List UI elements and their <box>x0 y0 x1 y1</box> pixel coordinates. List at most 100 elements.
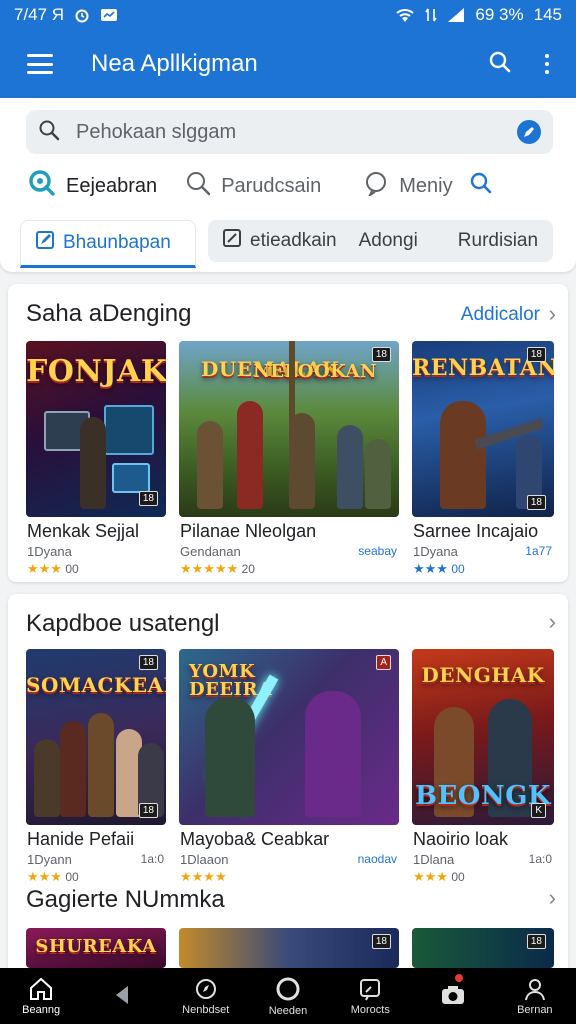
age-rating-badge: 18 <box>526 347 546 362</box>
bottom-navigation: Beanng Nenbdset Needen Morocts Bernan <box>0 968 576 1024</box>
game-name: Pilanae Nleolgan <box>180 521 317 541</box>
rating-value: 00 <box>65 870 79 884</box>
game-rating: ★★★★ <box>180 869 227 885</box>
game-poster-image: YOMK DEEIRA A <box>179 649 399 825</box>
game-subtitle: 1Dyana <box>413 544 458 559</box>
game-poster-image: SOMACKEAN 18 18 <box>26 649 166 825</box>
chevron-right-icon[interactable]: › <box>549 885 556 911</box>
game-name: Hanide Pefaii <box>27 829 135 849</box>
notification-dot <box>455 974 463 982</box>
edit-square-icon <box>35 230 55 256</box>
chevron-right-icon[interactable]: › <box>549 609 556 635</box>
nav-label: Bernan <box>517 1003 553 1016</box>
checkbox-square-icon <box>222 228 242 254</box>
signal-icon <box>447 7 465 23</box>
section-trending: Saha aDenging Addicalor › FONJAK 18 Menk… <box>8 284 568 582</box>
nav-profile[interactable]: Bernan <box>494 968 576 1024</box>
age-rating-badge: 18 <box>138 491 158 506</box>
game-card[interactable]: FONJAK 18 Menkak Sejjal 1Dyana ★★★ 00 <box>26 341 166 577</box>
status-extra: 145 <box>533 5 562 24</box>
tab-active[interactable]: Bhaunbapan <box>20 220 196 268</box>
game-rating: ★★★ 00 <box>27 869 79 885</box>
section-popular: Kapdboe usatengl › SOMACKEAN 18 18 Hanid… <box>8 594 568 968</box>
rating-stars: ★★★ <box>27 869 62 884</box>
game-card[interactable]: RENBATAN 18 18 Sarnee Incajaio 1Dyana 1a… <box>412 341 554 577</box>
game-poster-image: DENGHAK BEONGK K <box>412 649 554 825</box>
poster-title: FONJAK <box>26 354 166 389</box>
more-options-icon[interactable] <box>542 54 552 74</box>
chip-filter-2[interactable]: Parudcsain <box>185 170 321 202</box>
game-rating: ★★★★★ 20 <box>180 561 255 577</box>
rating-stars: ★★★ <box>27 561 62 576</box>
alarm-icon <box>74 7 90 23</box>
game-meta: naodav <box>357 852 397 866</box>
game-meta: 1a:0 <box>140 852 164 866</box>
search-outline-icon <box>185 170 211 202</box>
game-rating: ★★★ 00 <box>27 561 79 577</box>
game-name: Naoirio loak <box>413 829 509 849</box>
search-field-icon <box>38 119 60 146</box>
nav-explore[interactable]: Nenbdset <box>165 968 247 1024</box>
chevron-right-icon[interactable]: › <box>549 301 556 327</box>
game-subtitle: 1Dyana <box>27 544 72 559</box>
tab-3[interactable]: Rurdisian <box>458 230 538 252</box>
search-icon[interactable] <box>488 50 512 79</box>
game-card[interactable]: 18 <box>412 928 554 968</box>
chat-bubble-icon <box>363 170 389 202</box>
game-card[interactable]: YOMK DEEIRA A Mayoba& Ceabkar 1Dlaaon na… <box>179 649 399 885</box>
nav-back[interactable] <box>82 968 164 1024</box>
rating-value: 00 <box>451 562 465 576</box>
see-more-link[interactable]: Addicalor <box>461 304 540 326</box>
game-poster-image: SHUREAKA <box>26 928 166 968</box>
game-card[interactable]: DENGHAK BEONGK K Naoirio loak 1Dlana 1a:… <box>412 649 554 885</box>
nav-label: Needen <box>268 1004 308 1017</box>
chip-filter-1[interactable]: Eejeabran <box>28 169 157 203</box>
tab-2[interactable]: Adongi <box>359 230 418 252</box>
age-rating-badge: K <box>531 803 546 818</box>
search-badge-icon <box>28 169 56 203</box>
nav-label: Beanng <box>22 1003 61 1016</box>
game-poster-image: RENBATAN 18 18 <box>412 341 554 517</box>
game-name: Menkak Sejjal <box>27 521 140 541</box>
game-poster-image: FONJAK 18 <box>26 341 166 517</box>
age-rating-badge: 18 <box>138 803 158 818</box>
rating-value: 00 <box>65 562 79 576</box>
search-blue-icon <box>469 171 493 201</box>
poster-title-secondary: NELOOKAN <box>253 361 377 382</box>
age-rating-badge: 18 <box>526 934 546 949</box>
data-icon <box>425 7 438 23</box>
edit-icon[interactable] <box>517 120 541 144</box>
game-card[interactable]: SHUREAKA <box>26 928 166 968</box>
game-card[interactable]: DUEMALAK NELOOKAN 18 Pilanae Nleolgan Ge… <box>179 341 399 577</box>
menu-icon[interactable] <box>27 54 53 74</box>
status-bar: 7/47 Я 69 3% 145 <box>0 0 576 30</box>
section-title: Gagierte NUmmka <box>26 886 225 913</box>
tab-1[interactable]: etieadkain <box>222 228 337 254</box>
chip-search-button[interactable] <box>469 171 493 201</box>
nav-label: Nenbdset <box>182 1003 230 1016</box>
nav-discover[interactable]: Morocts <box>329 968 411 1024</box>
camera-icon <box>441 985 464 1004</box>
rating-value: 00 <box>451 870 465 884</box>
search-input[interactable]: Pehokaan slggam <box>76 121 517 144</box>
poster-title: DENGHAK <box>421 663 545 687</box>
game-name: Mayoba& Ceabkar <box>180 829 330 849</box>
search-panel: Pehokaan slggam Eejeabran Parudcsain Men… <box>0 98 576 272</box>
search-pin-icon <box>360 978 381 1000</box>
person-icon <box>524 978 545 1000</box>
game-card[interactable]: SOMACKEAN 18 18 Hanide Pefaii 1Dyann 1a:… <box>26 649 166 885</box>
chip-filter-3[interactable]: Meniy <box>363 170 453 202</box>
rating-stars: ★★★★★ <box>180 561 239 576</box>
game-card[interactable]: 18 <box>179 928 399 968</box>
tab-group: etieadkain Adongi Rurdisian <box>208 220 553 262</box>
nav-center[interactable]: Needen <box>247 968 329 1024</box>
nav-media[interactable] <box>411 968 493 1024</box>
search-bar[interactable]: Pehokaan slggam <box>26 110 553 154</box>
status-time: 7/47 Я <box>14 5 65 24</box>
tab-label: Bhaunbapan <box>63 232 171 253</box>
nav-label: Morocts <box>350 1003 390 1016</box>
section-title: Saha aDenging <box>26 300 192 327</box>
nav-home[interactable]: Beanng <box>0 968 82 1024</box>
age-rating-badge: A <box>376 655 391 670</box>
rating-stars: ★★★ <box>413 869 448 884</box>
